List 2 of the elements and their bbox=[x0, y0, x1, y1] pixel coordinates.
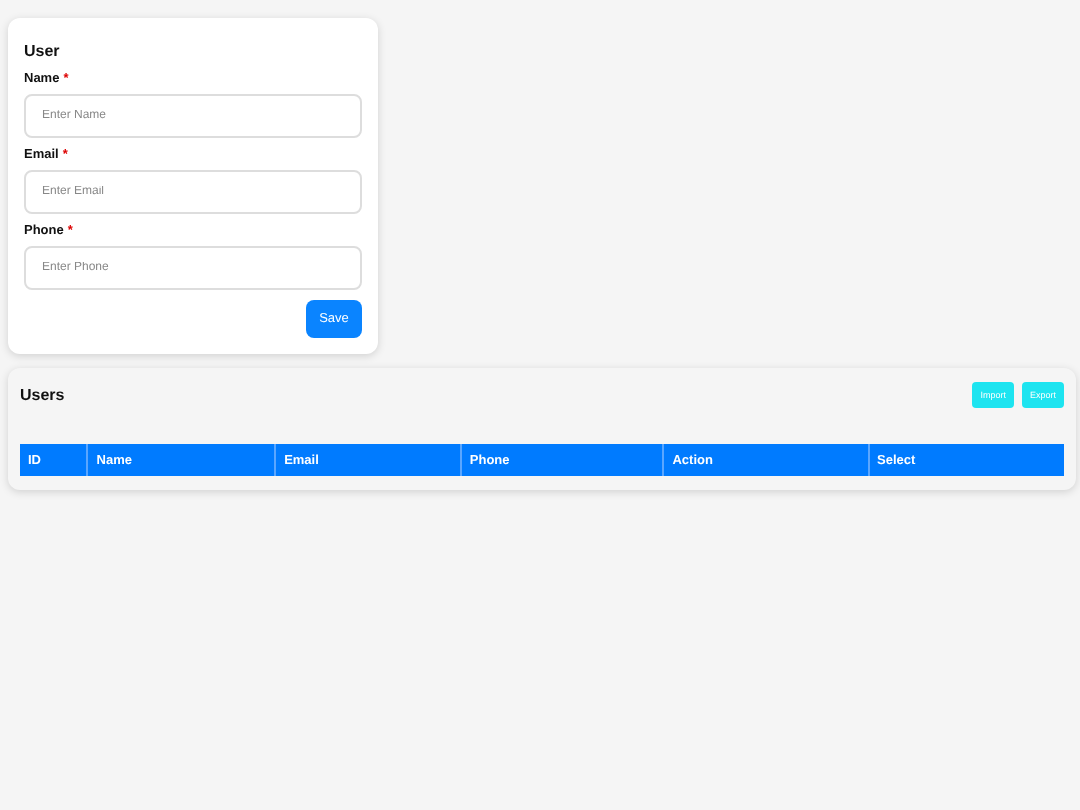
users-title: Users bbox=[20, 385, 65, 403]
form-title: User bbox=[24, 42, 62, 60]
